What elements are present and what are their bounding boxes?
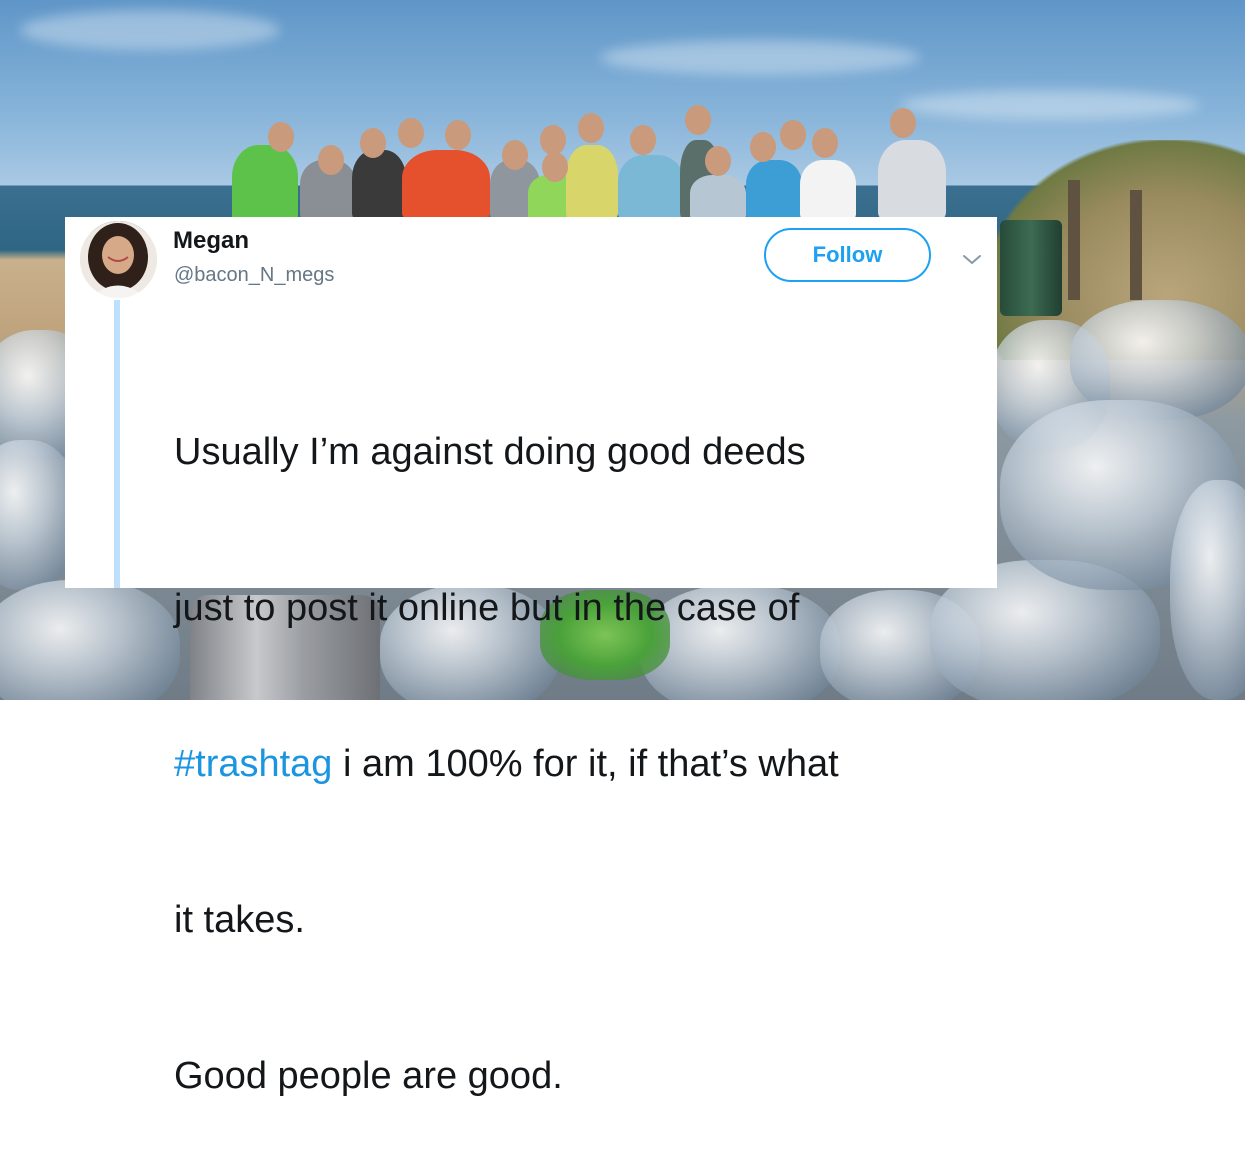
tweet-text-fragment: i am 100% for it, if that’s what	[332, 743, 839, 785]
follow-button[interactable]: Follow	[764, 228, 931, 282]
tweet-text-line: just to post it online but in the case o…	[174, 587, 800, 629]
tweet-text-line: Usually I’m against doing good deeds	[174, 431, 806, 473]
hashtag-link[interactable]: #trashtag	[174, 743, 332, 785]
tweet-text-line: it takes.	[174, 899, 305, 941]
tweet-text-line: Good people are good.	[174, 1055, 563, 1097]
author-name[interactable]: Megan	[173, 227, 249, 255]
tweet-text-line: #trashtag i am 100% for it, if that’s wh…	[174, 738, 984, 790]
author-handle[interactable]: @bacon_N_megs	[174, 264, 334, 287]
avatar[interactable]	[80, 221, 157, 298]
tweet-text: Usually I’m against doing good deeds jus…	[174, 322, 984, 1154]
chevron-down-icon[interactable]	[960, 250, 984, 270]
thread-line	[114, 300, 120, 588]
